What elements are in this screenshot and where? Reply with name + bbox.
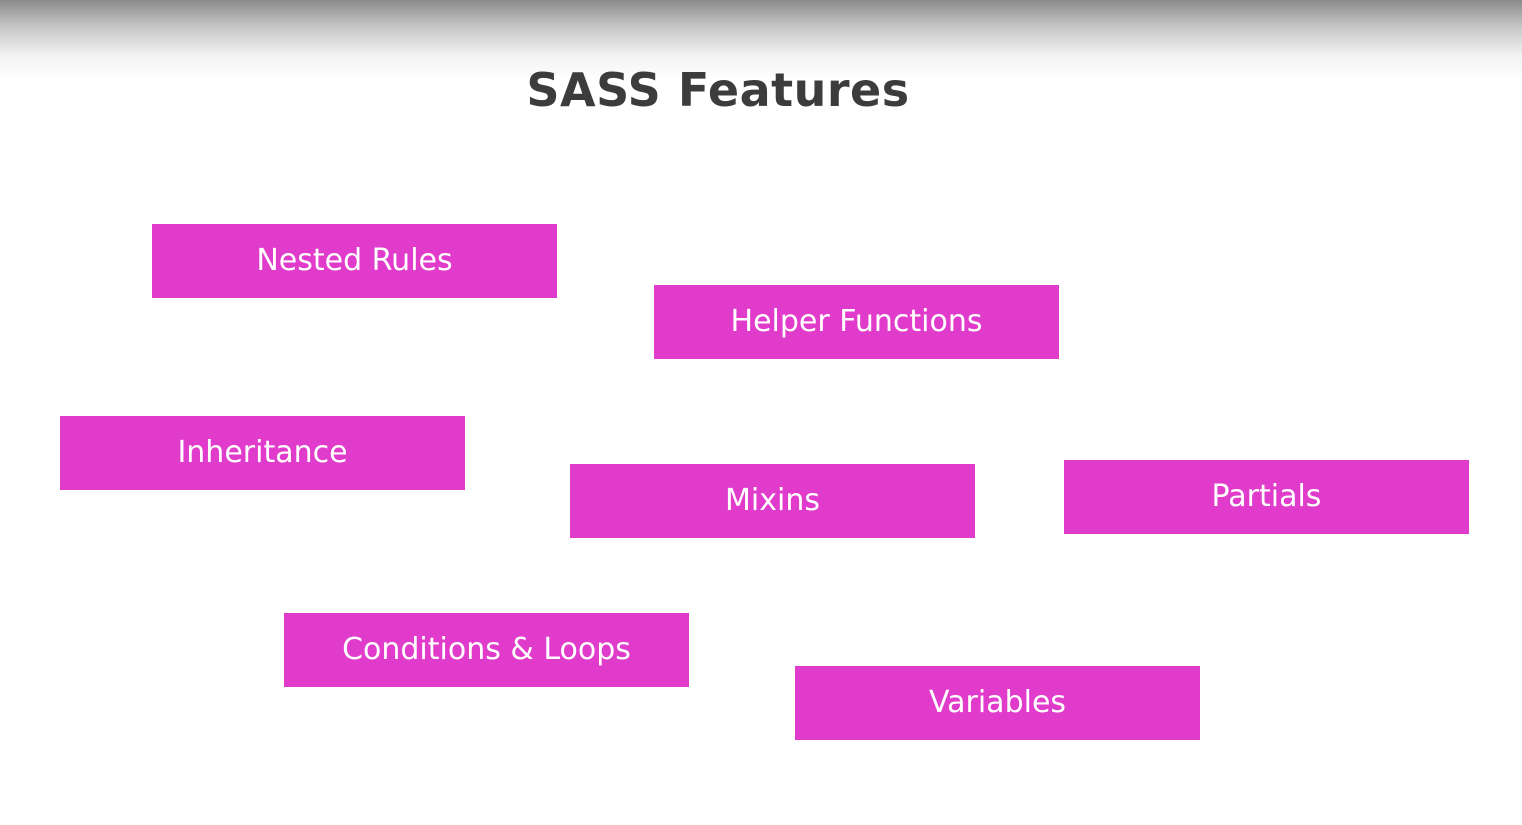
feature-box-nested-rules: Nested Rules [152,224,557,298]
feature-box-helper-functions: Helper Functions [654,285,1059,359]
feature-box-partials: Partials [1064,460,1469,534]
feature-box-inheritance: Inheritance [60,416,465,490]
feature-box-conditions-loops: Conditions & Loops [284,613,689,687]
feature-box-variables: Variables [795,666,1200,740]
slide-title: SASS Features [526,63,910,117]
feature-box-mixins: Mixins [570,464,975,538]
